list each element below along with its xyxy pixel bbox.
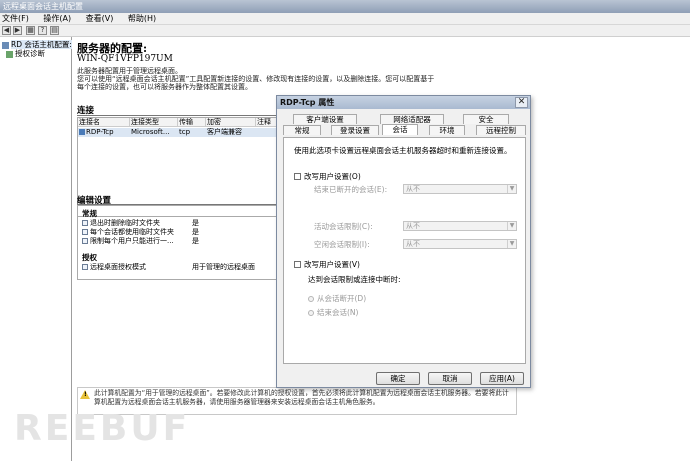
setting-icon — [82, 220, 88, 226]
tree-pane: RD 会话主机配置: 授权诊断 — [0, 37, 72, 461]
properties-icon[interactable]: ▤ — [50, 26, 59, 35]
reach-limit-label: 达到会话限制或连接中断时: — [308, 275, 401, 284]
cell-connection-type: Microsoft... — [131, 128, 170, 136]
cell-transport: tcp — [179, 128, 191, 136]
warning-icon: ! — [80, 390, 90, 399]
menu-view[interactable]: 查看(V) — [86, 13, 114, 25]
sessions-panel: 使用此选项卡设置远程桌面会话主机服务器超时和重新连接设置。 改写用户设置(O) … — [283, 137, 526, 364]
window-titlebar: 远程桌面会话主机配置 — [0, 0, 690, 13]
table-row[interactable]: RDP-Tcp Microsoft... tcp 客户端兼容 — [78, 128, 276, 137]
sessions-intro: 使用此选项卡设置远程桌面会话主机服务器超时和重新连接设置。 — [294, 146, 512, 155]
edit-settings-box: 常规 退出时删除临时文件夹 是 每个会话都使用临时文件夹 是 限制每个用户只能进… — [77, 205, 277, 280]
tab-general[interactable]: 常规 — [283, 125, 321, 135]
cancel-button[interactable]: 取消 — [428, 372, 472, 385]
watermark-logo: REEBUF — [14, 408, 191, 449]
menu-action[interactable]: 操作(A) — [43, 13, 71, 25]
tab-logon-settings[interactable]: 登录设置 — [331, 125, 379, 135]
disconnect-radio[interactable] — [308, 296, 314, 302]
column-header-encryption[interactable]: 加密 — [206, 118, 256, 127]
list-item[interactable]: 限制每个用户只能进行一... 是 — [82, 237, 277, 246]
end-disconnected-label: 结束已断开的会话(E): — [314, 185, 388, 194]
help-icon[interactable]: ? — [38, 26, 47, 35]
override-user-settings-label-2: 改写用户设置(V) — [304, 260, 360, 269]
tab-network-adapter[interactable]: 网络适配器 — [380, 114, 444, 124]
column-header-transport[interactable]: 传输 — [178, 118, 206, 127]
list-item[interactable]: 每个会话都使用临时文件夹 是 — [82, 228, 277, 237]
menu-bar: 文件(F) 操作(A) 查看(V) 帮助(H) — [0, 13, 690, 25]
tab-client-settings[interactable]: 客户端设置 — [293, 114, 357, 124]
license-group-heading: 授权 — [82, 253, 97, 262]
notice-text: 此计算机配置为“用于管理的远程桌面”。若要修改此计算机的授权设置，首先必须将此计… — [94, 389, 509, 406]
column-header-name[interactable]: 连接名 — [78, 118, 130, 127]
general-group-heading: 常规 — [82, 209, 97, 218]
close-icon[interactable]: ✕ — [515, 97, 528, 108]
end-session-radio-label: 结束会话(N) — [317, 308, 359, 317]
cell-connection-name: RDP-Tcp — [79, 128, 130, 137]
active-limit-label: 活动会话限制(C): — [314, 222, 373, 231]
rdp-tcp-properties-dialog: RDP-Tcp 属性 ✕ 客户端设置 网络适配器 安全 常规 登录设置 会话 环… — [276, 95, 531, 388]
setting-icon — [82, 229, 88, 235]
back-icon[interactable]: ◀ — [2, 26, 11, 35]
show-hide-tree-icon[interactable]: ▦ — [26, 26, 35, 35]
menu-help[interactable]: 帮助(H) — [128, 13, 156, 25]
connection-icon — [79, 129, 85, 135]
override-user-settings-checkbox-2[interactable] — [294, 261, 301, 268]
end-session-radio[interactable] — [308, 310, 314, 316]
disconnect-radio-label: 从会话断开(D) — [317, 294, 367, 303]
cell-encryption: 客户端兼容 — [207, 128, 242, 136]
apply-button[interactable]: 应用(A) — [480, 372, 524, 385]
tab-remote-control[interactable]: 远程控制 — [476, 125, 526, 135]
idle-limit-select[interactable]: 从不 ▼ — [403, 239, 517, 249]
toolbar: ◀ ▶ ▦ ? ▤ — [0, 25, 690, 37]
column-header-type[interactable]: 连接类型 — [130, 118, 178, 127]
end-disconnected-select[interactable]: 从不 ▼ — [403, 184, 517, 194]
tab-environment[interactable]: 环境 — [429, 125, 465, 135]
diagnostics-icon — [6, 50, 13, 58]
server-name: WIN-QF1VFP197UM — [77, 54, 173, 64]
override-user-settings-label-1: 改写用户设置(O) — [304, 172, 361, 181]
idle-limit-label: 空闲会话限制(I): — [314, 240, 370, 249]
forward-icon[interactable]: ▶ — [13, 26, 22, 35]
tab-security[interactable]: 安全 — [463, 114, 509, 124]
chevron-down-icon: ▼ — [507, 222, 516, 230]
chevron-down-icon: ▼ — [507, 240, 516, 248]
tree-item-licensing-diagnosis[interactable]: 授权诊断 — [6, 48, 45, 59]
window-title: 远程桌面会话主机配置 — [3, 2, 83, 11]
list-item[interactable]: 退出时删除临时文件夹 是 — [82, 219, 277, 228]
table-header: 连接名 连接类型 传输 加密 注释 — [78, 118, 278, 127]
ok-button[interactable]: 确定 — [376, 372, 420, 385]
list-item[interactable]: 远程桌面授权模式 用于管理的远程桌面 — [82, 263, 277, 272]
description-line-3: 每个连接的设置，也可以将服务器作为整体配置其设置。 — [77, 83, 252, 91]
dialog-title: RDP-Tcp 属性 — [277, 96, 530, 109]
setting-icon — [82, 264, 88, 270]
active-limit-select[interactable]: 从不 ▼ — [403, 221, 517, 231]
menu-file[interactable]: 文件(F) — [2, 13, 29, 25]
chevron-down-icon: ▼ — [507, 185, 516, 193]
tab-sessions[interactable]: 会话 — [382, 124, 418, 135]
connections-divider — [77, 115, 277, 116]
setting-icon — [82, 238, 88, 244]
override-user-settings-checkbox-1[interactable] — [294, 173, 301, 180]
column-header-comment[interactable]: 注释 — [256, 118, 278, 127]
